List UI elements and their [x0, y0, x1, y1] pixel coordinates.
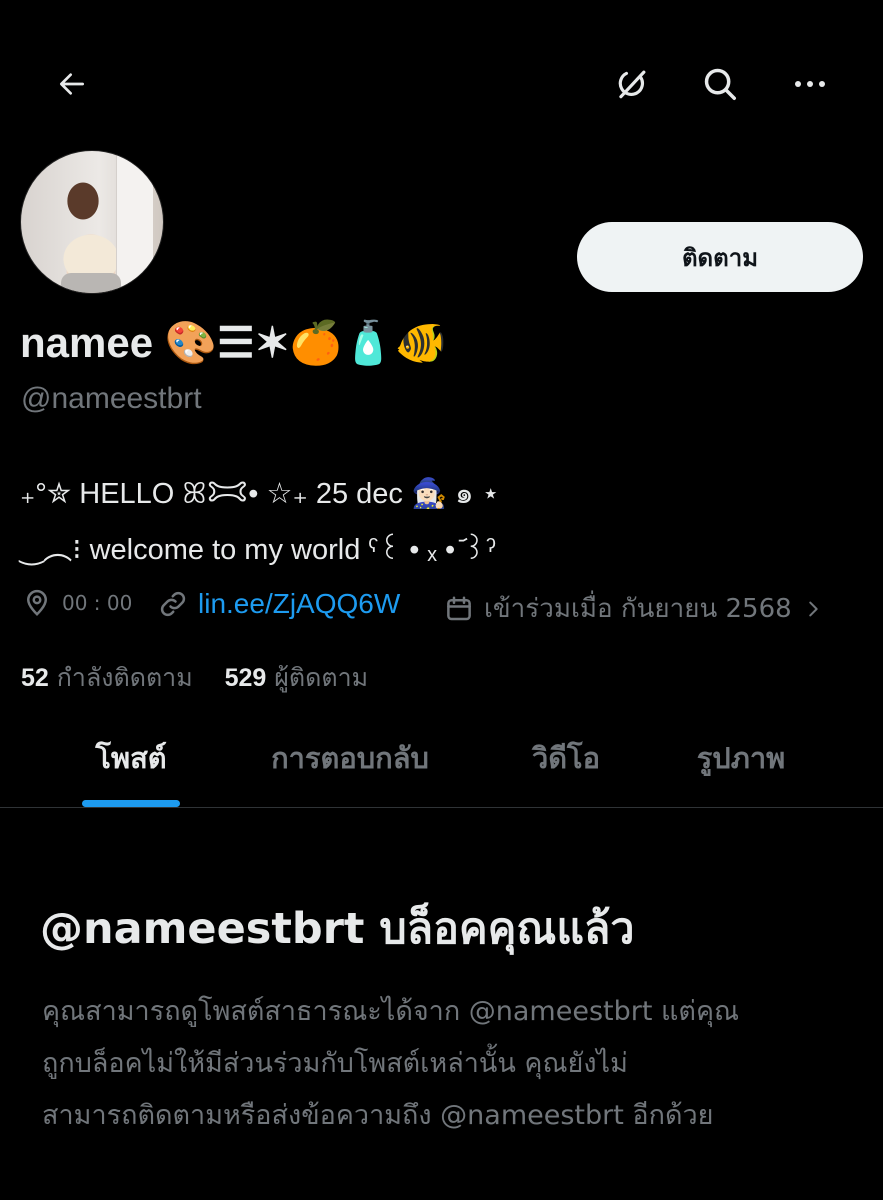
blocked-title: @nameestbrt บล็อคคุณแล้ว — [40, 904, 635, 954]
avatar[interactable] — [20, 150, 164, 294]
blocked-line-2: ถูกบล็อคไม่ให้มีส่วนร่วมกับโพสต์เหล่านั้… — [42, 1048, 628, 1079]
display-name: namee 🎨☰✶🍊🧴🐠 — [20, 319, 447, 366]
tab-videos[interactable]: วิดีโอ — [496, 735, 636, 807]
tab-media[interactable]: รูปภาพ — [666, 735, 816, 807]
joined-text: เข้าร่วมเมื่อ กันยายน 2568 — [484, 594, 792, 624]
search-button[interactable] — [694, 58, 746, 110]
bio-line-2: ‿︵⁝ welcome to my world ˁ꒰ • ₓ • ᷄꒱ˀ — [20, 534, 496, 566]
link-icon — [160, 591, 186, 617]
profile-link[interactable]: lin.ee/ZjAQQ6W — [158, 588, 400, 620]
tab-replies[interactable]: การตอบกลับ — [240, 735, 460, 807]
active-tab-indicator — [82, 800, 180, 807]
location-pin-icon — [26, 589, 48, 616]
follow-counts: 52 กำลังติดตาม 529 ผู้ติดตาม — [21, 658, 368, 698]
arrow-left-icon — [60, 73, 84, 95]
back-button[interactable] — [46, 58, 98, 110]
following-label: กำลังติดตาม — [56, 663, 193, 692]
tabs-divider — [0, 807, 883, 808]
grok-icon — [618, 70, 646, 99]
follow-button[interactable]: ติดตาม — [577, 222, 863, 292]
following-link[interactable]: 52 กำลังติดตาม — [21, 663, 201, 692]
more-horizontal-icon — [795, 81, 825, 87]
calendar-icon — [447, 596, 471, 620]
grok-button[interactable] — [606, 58, 658, 110]
more-button[interactable] — [784, 58, 836, 110]
location-text: 00 : 00 — [62, 591, 133, 615]
blocked-description: คุณสามารถดูโพสต์สาธารณะได้จาก @nameestbr… — [42, 986, 852, 1142]
joined-date[interactable]: เข้าร่วมเมื่อ กันยายน 2568 — [444, 588, 824, 629]
search-icon — [704, 68, 736, 100]
avatar-door-shape — [116, 151, 153, 293]
tab-posts[interactable]: โพสต์ — [60, 735, 202, 807]
username-handle: @nameestbrt — [21, 382, 202, 415]
followers-count: 529 — [224, 664, 267, 692]
link-text[interactable]: lin.ee/ZjAQQ6W — [198, 588, 400, 620]
bio-line-1: ₊°✮ HELLO ꕤ𐂯• ☆₊ 25 dec 🧙🏻‍♀️ ๑ ⋆ — [20, 478, 500, 510]
followers-link[interactable]: 529 ผู้ติดตาม — [225, 663, 369, 692]
chevron-right-icon — [808, 601, 818, 616]
avatar-body-shape — [61, 273, 121, 293]
blocked-line-1: คุณสามารถดูโพสต์สาธารณะได้จาก @nameestbr… — [42, 996, 740, 1027]
blocked-line-3: สามารถติดตามหรือส่งข้อความถึง @nameestbr… — [42, 1100, 714, 1131]
location: 00 : 00 — [22, 588, 132, 618]
following-count: 52 — [21, 664, 49, 692]
followers-label: ผู้ติดตาม — [274, 663, 369, 692]
